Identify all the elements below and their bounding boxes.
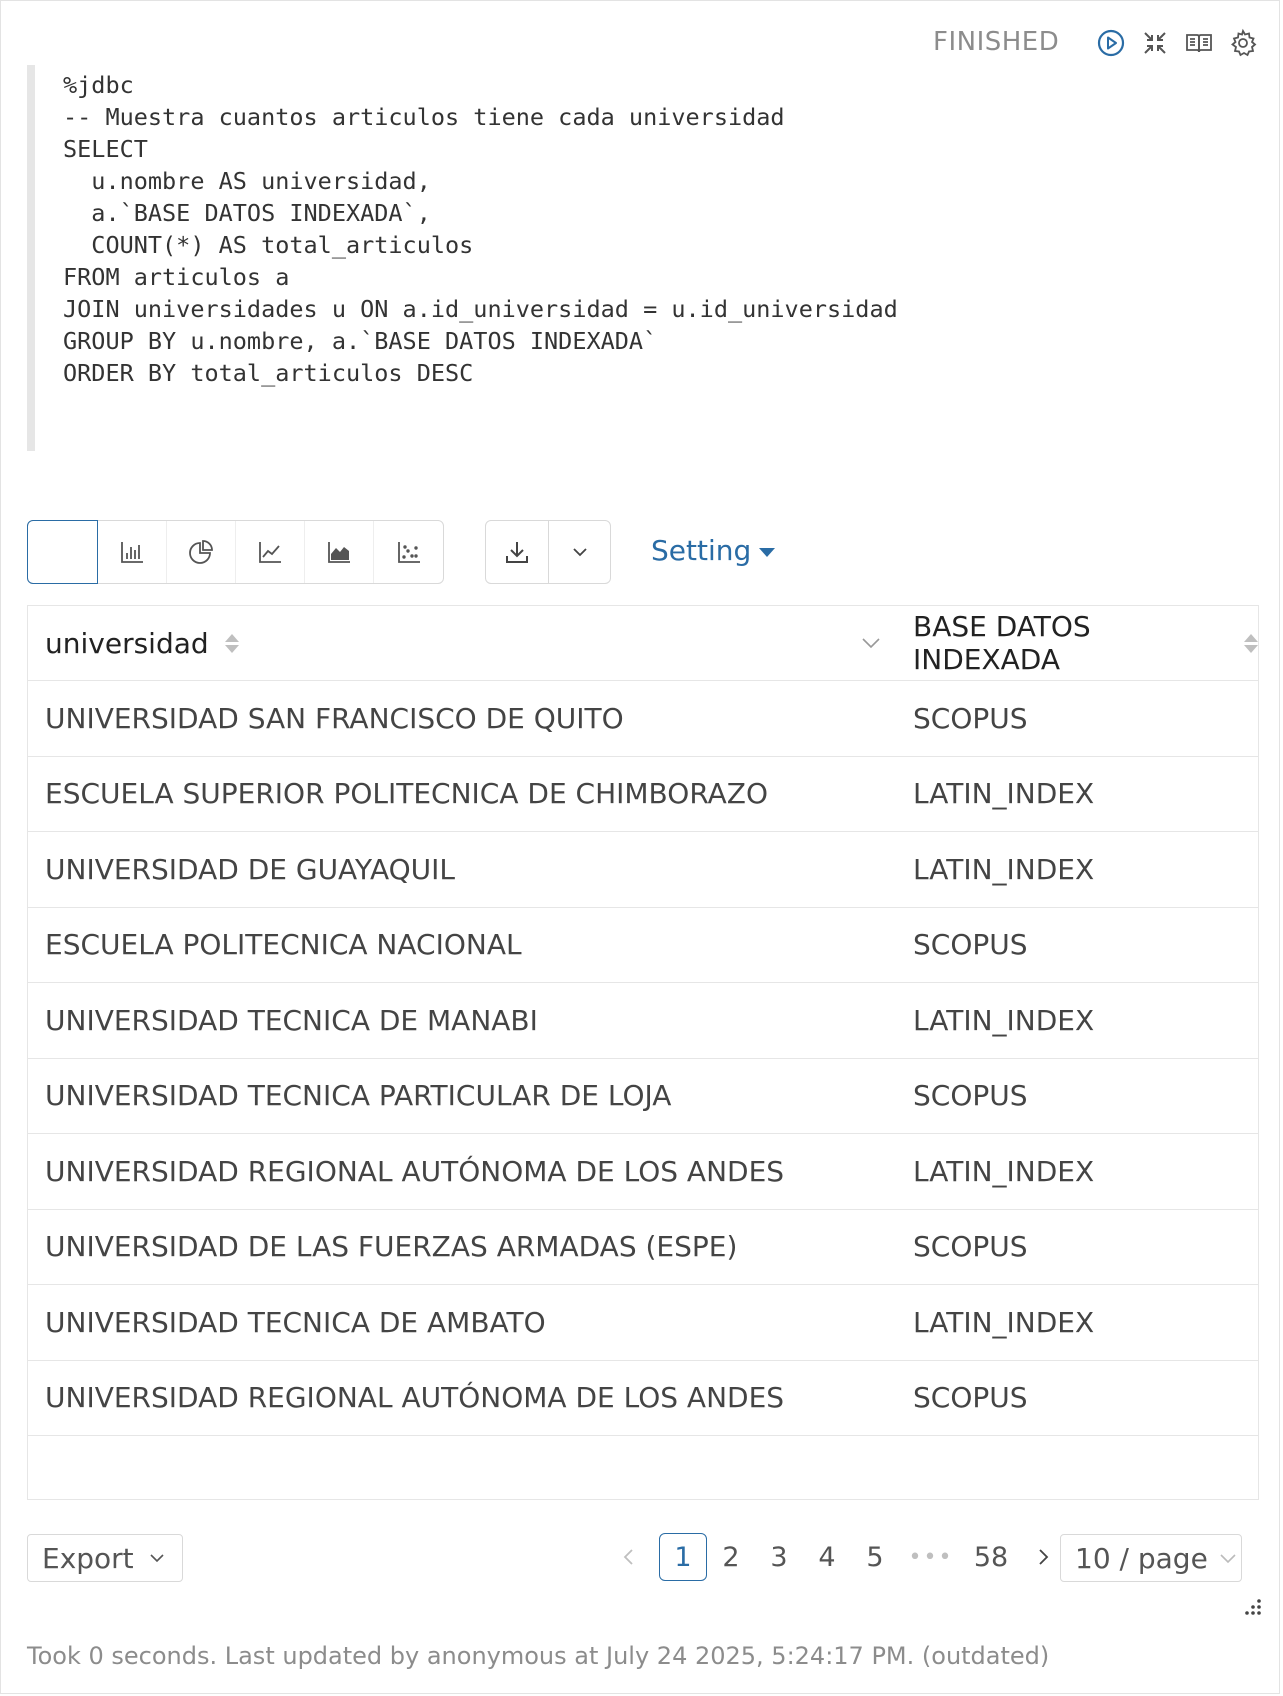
paragraph-panel: FINISHED %jdbc -- Muestra cuantos articu… xyxy=(0,0,1280,1694)
table-row[interactable]: UNIVERSIDAD TECNICA DE AMBATO LATIN_INDEX xyxy=(28,1285,1258,1361)
cell-base-datos: LATIN_INDEX xyxy=(913,777,1095,811)
download-options-button[interactable] xyxy=(548,521,610,583)
column-menu-icon[interactable] xyxy=(860,632,882,654)
cell-universidad: UNIVERSIDAD DE LAS FUERZAS ARMADAS (ESPE… xyxy=(45,1230,738,1264)
cell-base-datos: SCOPUS xyxy=(913,1381,1028,1415)
page-2-button[interactable]: 2 xyxy=(707,1533,755,1581)
paragraph-status: FINISHED xyxy=(933,27,1060,57)
cell-base-datos: SCOPUS xyxy=(913,928,1028,962)
gear-icon[interactable] xyxy=(1227,27,1259,59)
visualization-toolbar xyxy=(27,520,444,584)
scatter-chart-icon xyxy=(397,542,420,563)
cell-universidad: UNIVERSIDAD DE GUAYAQUIL xyxy=(45,852,456,886)
prev-page-button[interactable] xyxy=(605,1533,653,1581)
cell-universidad: UNIVERSIDAD REGIONAL AUTÓNOMA DE LOS AND… xyxy=(45,1154,785,1188)
code-text[interactable]: %jdbc -- Muestra cuantos articulos tiene… xyxy=(35,69,1263,389)
column-header-label: universidad xyxy=(45,626,209,660)
cell-base-datos: SCOPUS xyxy=(913,701,1028,735)
chevron-down-icon xyxy=(1220,1554,1236,1564)
page-size-value: 10 / page xyxy=(1075,1541,1208,1575)
code-editor[interactable]: %jdbc -- Muestra cuantos articulos tiene… xyxy=(27,65,1263,451)
column-header-label: BASE DATOS INDEXADA xyxy=(913,610,1091,676)
page-3-button[interactable]: 3 xyxy=(755,1533,803,1581)
column-header-base-datos[interactable]: BASE DATOS INDEXADA xyxy=(896,606,1258,680)
setting-dropdown[interactable]: Setting xyxy=(651,534,776,567)
page-5-button[interactable]: 5 xyxy=(851,1533,899,1581)
table-row[interactable]: ESCUELA POLITECNICA NACIONAL SCOPUS xyxy=(28,908,1258,983)
cell-base-datos: LATIN_INDEX xyxy=(913,852,1095,886)
chevron-down-icon xyxy=(572,548,587,557)
download-icon xyxy=(506,542,528,563)
table-row[interactable]: UNIVERSIDAD REGIONAL AUTÓNOMA DE LOS AND… xyxy=(28,1361,1258,1436)
area-chart-icon xyxy=(328,542,350,563)
table-row[interactable]: UNIVERSIDAD SAN FRANCISCO DE QUITO SCOPUS xyxy=(28,681,1258,757)
bar-chart-button[interactable] xyxy=(98,521,167,583)
chevron-left-icon xyxy=(623,1549,633,1565)
area-chart-button[interactable] xyxy=(305,521,374,583)
cell-universidad: UNIVERSIDAD REGIONAL AUTÓNOMA DE LOS AND… xyxy=(45,1381,785,1415)
table-row[interactable]: UNIVERSIDAD DE LAS FUERZAS ARMADAS (ESPE… xyxy=(28,1210,1258,1285)
cell-universidad: UNIVERSIDAD SAN FRANCISCO DE QUITO xyxy=(45,701,624,735)
paragraph-footer: Took 0 seconds. Last updated by anonymou… xyxy=(27,1642,1050,1670)
pagination: 1 2 3 4 5 ••• 58 xyxy=(605,1533,1067,1581)
result-table: universidad BASE DATOS INDEXADA UNIVERSI… xyxy=(27,605,1259,1500)
chevron-down-icon xyxy=(150,1554,164,1563)
line-chart-icon xyxy=(259,542,281,563)
pie-chart-icon xyxy=(189,540,213,564)
sort-icon[interactable] xyxy=(1244,633,1258,653)
column-header-universidad[interactable]: universidad xyxy=(28,606,896,680)
page-1-button[interactable]: 1 xyxy=(659,1533,707,1581)
line-chart-button[interactable] xyxy=(236,521,305,583)
cell-universidad: UNIVERSIDAD TECNICA DE MANABI xyxy=(45,1003,538,1037)
table-row[interactable]: UNIVERSIDAD TECNICA DE MANABI LATIN_INDEX xyxy=(28,983,1258,1059)
book-icon[interactable] xyxy=(1183,27,1215,59)
page-4-button[interactable]: 4 xyxy=(803,1533,851,1581)
caret-down-icon xyxy=(759,548,776,557)
page-last-button[interactable]: 58 xyxy=(963,1533,1019,1581)
download-button[interactable] xyxy=(486,521,548,583)
cell-base-datos: LATIN_INDEX xyxy=(913,1003,1095,1037)
table-view-button[interactable] xyxy=(27,520,98,584)
cell-base-datos: SCOPUS xyxy=(913,1230,1028,1264)
cell-universidad: UNIVERSIDAD TECNICA PARTICULAR DE LOJA xyxy=(45,1079,672,1113)
cell-universidad: ESCUELA POLITECNICA NACIONAL xyxy=(45,928,522,962)
cell-universidad: ESCUELA SUPERIOR POLITECNICA DE CHIMBORA… xyxy=(45,777,769,811)
run-icon[interactable] xyxy=(1095,27,1127,59)
download-toolbar xyxy=(485,520,611,584)
resize-handle-icon[interactable] xyxy=(1239,1597,1263,1621)
scatter-chart-button[interactable] xyxy=(374,521,443,583)
table-row[interactable]: UNIVERSIDAD REGIONAL AUTÓNOMA DE LOS AND… xyxy=(28,1134,1258,1210)
table-row[interactable]: UNIVERSIDAD TECNICA PARTICULAR DE LOJA SC… xyxy=(28,1059,1258,1134)
table-header: universidad BASE DATOS INDEXADA xyxy=(28,606,1258,681)
cell-base-datos: LATIN_INDEX xyxy=(913,1305,1095,1339)
page-size-select[interactable]: 10 / page xyxy=(1060,1534,1242,1582)
export-label: Export xyxy=(42,1541,134,1575)
cell-universidad: UNIVERSIDAD TECNICA DE AMBATO xyxy=(45,1305,546,1339)
sort-icon[interactable] xyxy=(224,633,239,653)
pie-chart-button[interactable] xyxy=(167,521,236,583)
chevron-right-icon xyxy=(1039,1549,1049,1565)
export-dropdown[interactable]: Export xyxy=(27,1534,183,1582)
jump-next-button[interactable]: ••• xyxy=(899,1533,963,1581)
cell-base-datos: LATIN_INDEX xyxy=(913,1154,1095,1188)
collapse-icon[interactable] xyxy=(1139,27,1171,59)
setting-label: Setting xyxy=(651,534,752,567)
cell-base-datos: SCOPUS xyxy=(913,1079,1028,1113)
table-body: UNIVERSIDAD SAN FRANCISCO DE QUITO SCOPUS… xyxy=(28,681,1258,1436)
table-row[interactable]: ESCUELA SUPERIOR POLITECNICA DE CHIMBORA… xyxy=(28,757,1258,832)
table-row[interactable]: UNIVERSIDAD DE GUAYAQUIL LATIN_INDEX xyxy=(28,832,1258,908)
bar-chart-icon xyxy=(121,542,143,563)
